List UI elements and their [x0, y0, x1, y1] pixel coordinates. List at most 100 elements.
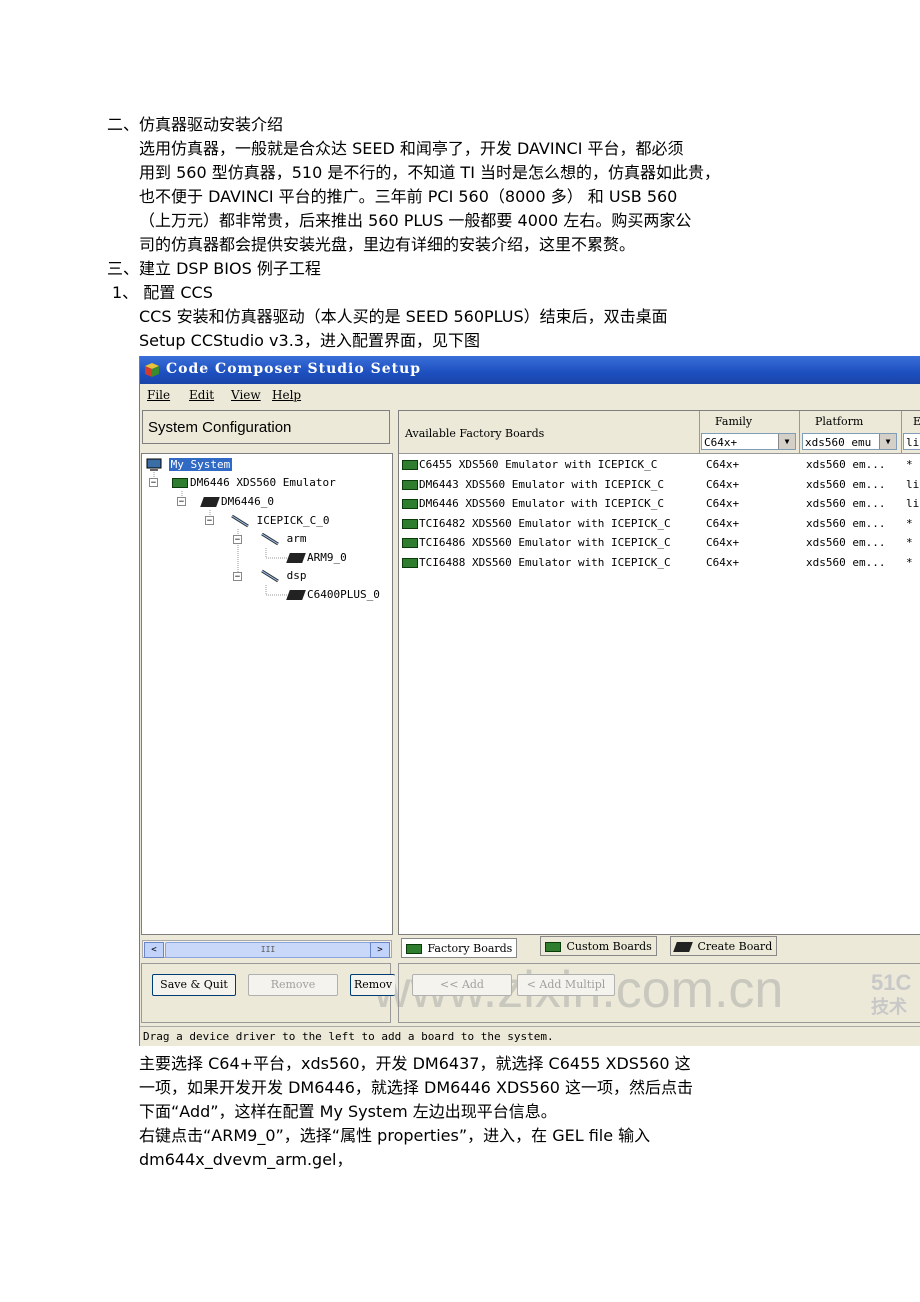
board-name: TCI6488 XDS560 Emulator with ICEPICK_C [419, 556, 671, 569]
board-endian: * [906, 556, 913, 569]
platform-filter-select[interactable]: xds560 emu ▼ [802, 433, 897, 450]
chevron-down-icon: ▼ [879, 434, 896, 449]
column-family[interactable]: Family [715, 415, 752, 428]
endian-filter-select[interactable]: li [903, 433, 920, 450]
tree-node-my-system[interactable]: My System [146, 457, 233, 473]
tree-node-icepick[interactable]: ICEPICK_C_0 [230, 513, 329, 529]
tree-node-c6400plus[interactable]: C6400PLUS_0 [286, 587, 380, 603]
chip-icon [286, 590, 306, 600]
section-2-title: 二、仿真器驱动安装介绍 [107, 115, 284, 134]
menu-view[interactable]: View [231, 388, 261, 402]
board-endian: li [906, 497, 920, 511]
factory-boards-panel: Available Factory Boards Family Platform… [398, 410, 920, 935]
add-button[interactable]: << Add [412, 974, 512, 996]
board-icon [545, 942, 561, 952]
paragraph-line: 主要选择 C64+平台，xds560，开发 DM6437，就选择 C6455 X… [139, 1054, 691, 1073]
board-icon [402, 538, 418, 549]
tree-node-dsp[interactable]: dsp [260, 568, 307, 584]
board-endian: li [906, 477, 920, 491]
board-icon [402, 558, 418, 568]
menu-file[interactable]: File [147, 388, 170, 402]
computer-icon [146, 458, 162, 471]
board-family: C64x+ [706, 458, 740, 471]
paragraph-line: Setup CCStudio v3.3，进入配置界面，见下图 [139, 331, 480, 350]
board-platform: xds560 em... [806, 536, 886, 550]
window-title: Code Composer Studio Setup [166, 361, 422, 377]
board-endian: * [906, 516, 913, 530]
board-icon [402, 460, 418, 470]
family-filter-select[interactable]: C64x+ ▼ [701, 433, 796, 450]
section-3-title: 三、建立 DSP BIOS 例子工程 [107, 259, 321, 278]
tree-node-arm9[interactable]: ARM9_0 [286, 550, 347, 566]
probe-icon [261, 569, 279, 583]
tab-custom-boards[interactable]: Custom Boards [540, 936, 657, 956]
probe-icon [261, 532, 279, 546]
board-name: DM6446 XDS560 Emulator with ICEPICK_C [419, 497, 665, 511]
menu-edit[interactable]: Edit [189, 388, 214, 402]
collapse-toggle[interactable]: − [177, 497, 186, 507]
paragraph-line: CCS 安装和仿真器驱动（本人买的是 SEED 560PLUS）结束后，双击桌面 [139, 307, 668, 326]
board-family: C64x+ [706, 497, 740, 511]
app-cube-icon [145, 363, 159, 377]
step-1-title: 1、 配置 CCS [112, 283, 213, 302]
board-platform: xds560 em... [806, 477, 886, 491]
paragraph-line: 选用仿真器，一般就是合众达 SEED 和闻亭了，开发 DAVINCI 平台，都必… [139, 139, 684, 158]
scroll-left-arrow[interactable]: < [144, 942, 164, 958]
title-bar: Code Composer Studio Setup [140, 356, 920, 384]
add-multiple-button[interactable]: < Add Multipl [517, 974, 615, 996]
tab-create-board[interactable]: Create Board [670, 936, 778, 956]
system-tree-panel: My System − DM6446 XDS560 Emulator − DM6… [141, 453, 393, 935]
board-endian: * [906, 458, 913, 471]
board-icon [402, 479, 418, 490]
board-icon [402, 518, 418, 529]
site-logo: 51C 技术 [871, 970, 912, 1018]
board-platform: xds560 em... [806, 458, 886, 471]
remove-button[interactable]: Remove [248, 974, 338, 996]
board-icon [406, 944, 422, 954]
column-endian[interactable]: E [913, 415, 920, 428]
paragraph-line: 一项，如果开发开发 DM6446，就选择 DM6446 XDS560 这一项，然… [139, 1078, 694, 1097]
left-horizontal-scrollbar[interactable]: < III > [142, 940, 392, 958]
menu-help[interactable]: Help [272, 388, 301, 402]
paragraph-line: 用到 560 型仿真器，510 是不行的，不知道 TI 当时是怎么想的，仿真器如… [139, 163, 721, 182]
collapse-toggle[interactable]: − [149, 478, 158, 488]
board-family: C64x+ [706, 536, 740, 550]
board-name: C6455 XDS560 Emulator with ICEPICK_C [419, 458, 658, 471]
menu-bar: File Edit View Help [140, 386, 920, 406]
tree-node-dm6446[interactable]: DM6446_0 [200, 494, 274, 510]
tree-node-arm[interactable]: arm [260, 531, 307, 547]
board-platform: xds560 em... [806, 497, 886, 511]
remove-all-button[interactable]: Remov [350, 974, 395, 996]
system-configuration-header: System Configuration [142, 410, 390, 444]
column-platform[interactable]: Platform [815, 415, 863, 428]
status-bar: Drag a device driver to the left to add … [140, 1026, 920, 1046]
paragraph-line: 司的仿真器都会提供安装光盘，里边有详细的安装介绍，这里不累赘。 [139, 235, 636, 254]
paragraph-line: 右键点击“ARM9_0”，选择“属性 properties”，进入，在 GEL … [139, 1126, 651, 1145]
board-family: C64x+ [706, 477, 740, 491]
board-name: TCI6486 XDS560 Emulator with ICEPICK_C [419, 536, 671, 550]
probe-icon [231, 514, 249, 528]
save-quit-button[interactable]: Save & Quit [152, 974, 236, 996]
board-platform: xds560 em... [806, 556, 886, 569]
tree-node-emulator[interactable]: DM6446 XDS560 Emulator [172, 475, 336, 491]
board-icon [172, 478, 188, 488]
paragraph-line: 也不便于 DAVINCI 平台的推广。三年前 PCI 560（8000 多） 和… [139, 187, 678, 206]
ccs-setup-screenshot: Code Composer Studio Setup File Edit Vie… [139, 356, 920, 1046]
available-factory-boards-header: Available Factory Boards [405, 427, 545, 440]
board-name: DM6443 XDS560 Emulator with ICEPICK_C [419, 477, 665, 491]
scroll-thumb[interactable]: III [165, 942, 371, 958]
chip-icon [286, 553, 306, 563]
chevron-down-icon: ▼ [778, 434, 795, 449]
board-platform: xds560 em... [806, 516, 886, 530]
paragraph-line: dm644x_dvevm_arm.gel， [139, 1150, 353, 1169]
tab-factory-boards[interactable]: Factory Boards [401, 938, 518, 958]
collapse-toggle[interactable]: − [233, 572, 242, 582]
board-icon [402, 499, 418, 510]
collapse-toggle[interactable]: − [205, 516, 214, 526]
chip-icon [673, 942, 693, 952]
scroll-right-arrow[interactable]: > [370, 942, 390, 958]
chip-icon [200, 497, 220, 507]
collapse-toggle[interactable]: − [233, 535, 242, 545]
paragraph-line: （上万元）都非常贵，后来推出 560 PLUS 一般都要 4000 左右。购买两… [139, 211, 692, 230]
board-family: C64x+ [706, 556, 740, 569]
